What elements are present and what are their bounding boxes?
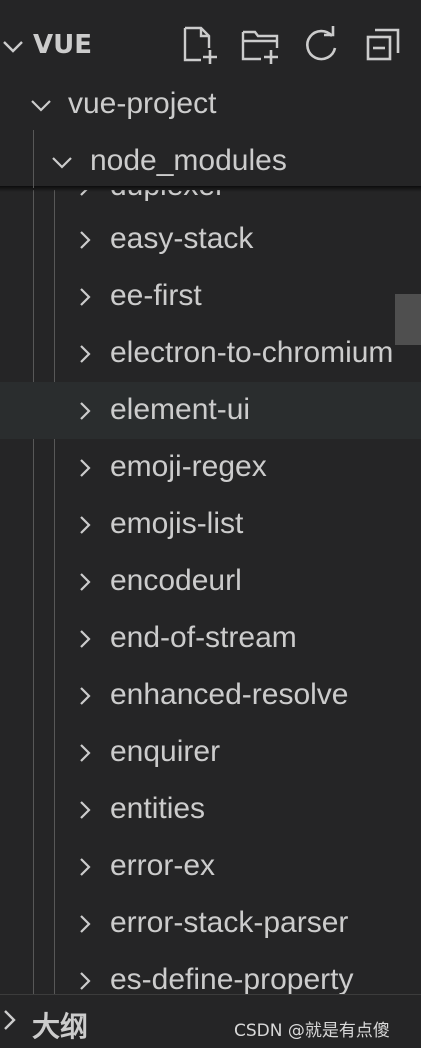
watermark: CSDN @就是有点傻 (234, 1021, 390, 1041)
tree-item[interactable]: emojis-list (0, 496, 421, 553)
chevron-down-icon (31, 100, 51, 112)
tree-item-node-modules[interactable]: node_modules (0, 133, 421, 190)
explorer-header: VUE (0, 0, 421, 76)
new-file-icon[interactable] (181, 26, 219, 64)
refresh-icon[interactable] (302, 26, 340, 64)
collapse-all-icon[interactable] (365, 26, 403, 64)
sticky-shadow (0, 186, 421, 192)
chevron-right-icon (80, 972, 91, 990)
tree-item-label: entities (110, 792, 206, 825)
new-folder-icon[interactable] (241, 26, 279, 64)
tree-item-label: enquirer (110, 735, 221, 768)
tree-item-label: easy-stack (110, 222, 254, 255)
chevron-right-icon (80, 345, 91, 363)
tree-item-label: es-define-property (110, 963, 354, 996)
tree-item[interactable]: error-ex (0, 838, 421, 895)
tree-item-label: enhanced-resolve (110, 678, 349, 711)
tree-item-label: emoji-regex (110, 450, 267, 483)
tree-item[interactable]: end-of-stream (0, 610, 421, 667)
tree-item-label: element-ui (110, 393, 251, 426)
tree-item-label: vue-project (68, 87, 217, 120)
tree-item-label: electron-to-chromium (110, 336, 394, 369)
chevron-right-icon (80, 687, 91, 705)
chevron-right-icon (80, 231, 91, 249)
tree-item[interactable]: enquirer (0, 724, 421, 781)
tree-item-label: encodeurl (110, 564, 242, 597)
tree-item[interactable]: error-stack-parser (0, 895, 421, 952)
outline-section-header[interactable]: 大纲 CSDN @就是有点傻 (0, 994, 421, 1048)
chevron-right-icon (80, 573, 91, 591)
chevron-right-icon (80, 459, 91, 477)
chevron-right-icon (4, 1010, 16, 1030)
chevron-right-icon (80, 915, 91, 933)
chevron-down-icon[interactable] (2, 36, 24, 58)
chevron-right-icon (80, 630, 91, 648)
tree-item[interactable]: enhanced-resolve (0, 667, 421, 724)
tree-item-project[interactable]: vue-project (0, 76, 421, 133)
outline-title: 大纲 (32, 1010, 89, 1043)
tree-item[interactable]: element-ui (0, 382, 421, 439)
tree-item[interactable]: ee-first (0, 268, 421, 325)
chevron-down-icon (52, 157, 72, 169)
tree-item[interactable]: entities (0, 781, 421, 838)
chevron-right-icon (80, 402, 91, 420)
tree-item-label: end-of-stream (110, 621, 297, 654)
tree-item[interactable]: electron-to-chromium (0, 325, 421, 382)
tree-item-label: error-ex (110, 849, 216, 882)
tree-item[interactable]: easy-stack (0, 211, 421, 268)
chevron-right-icon (80, 858, 91, 876)
chevron-right-icon (80, 801, 91, 819)
chevron-right-icon (80, 288, 91, 306)
tree-item-label: error-stack-parser (110, 906, 349, 939)
indent-guide-project-sticky (33, 130, 34, 188)
scrollbar-thumb[interactable] (395, 294, 421, 345)
section-title[interactable]: VUE (33, 30, 92, 60)
tree-item[interactable]: encodeurl (0, 553, 421, 610)
tree-item[interactable]: emoji-regex (0, 439, 421, 496)
tree-item-label: node_modules (90, 144, 287, 177)
tree-item-label: ee-first (110, 279, 202, 312)
chevron-right-icon (80, 516, 91, 534)
tree-item-label: emojis-list (110, 507, 244, 540)
chevron-right-icon (80, 744, 91, 762)
